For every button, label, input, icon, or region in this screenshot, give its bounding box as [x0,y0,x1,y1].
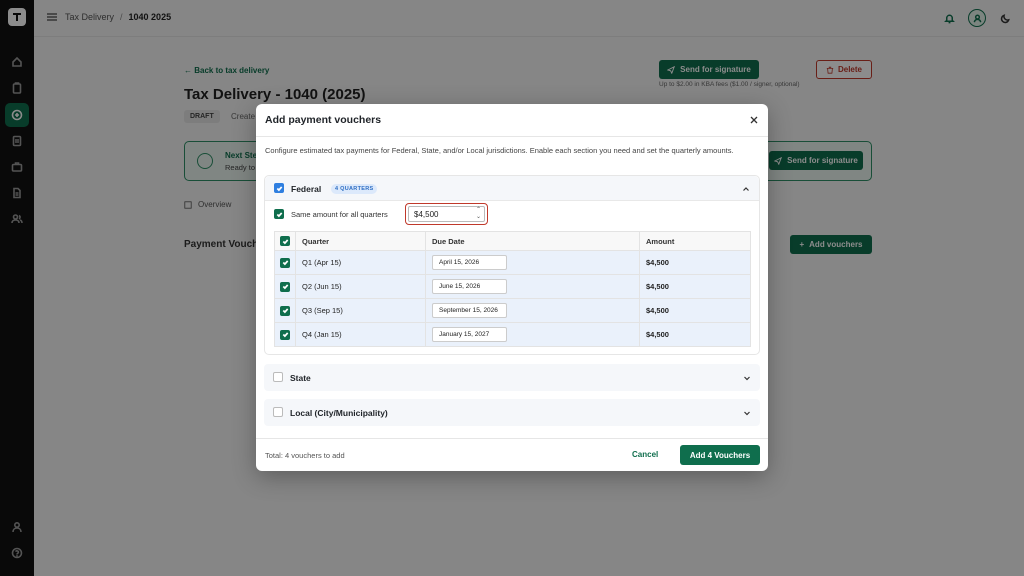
check-icon [282,284,288,290]
row-checkbox[interactable] [280,305,290,316]
federal-header[interactable]: Federal 4 QUARTERS [265,176,759,201]
modal-title: Add payment vouchers [265,114,382,126]
local-section[interactable]: Local (City/Municipality) [264,399,760,426]
check-icon [282,238,288,244]
quarters-table: Quarter Due Date Amount Q1 (Apr 15) Apri… [274,231,751,347]
local-checkbox[interactable] [273,407,283,417]
amount-cell: $4,500 [639,274,751,299]
row-checkbox[interactable] [280,281,290,292]
row-select-cell [274,250,296,275]
column-header-quarter: Quarter [295,231,426,251]
amount-cell: $4,500 [639,322,751,347]
select-all-checkbox[interactable] [280,236,290,246]
close-icon[interactable] [748,114,760,126]
check-icon [282,260,288,266]
total-text: Total: 4 vouchers to add [265,451,345,460]
chevron-up-icon[interactable] [742,185,750,193]
cancel-button[interactable]: Cancel [632,450,658,459]
chevron-down-icon[interactable] [743,409,751,417]
amount-stepper[interactable]: ⌃ ⌄ [474,207,483,221]
amount-input-highlight: ⌃⌄ [405,203,488,225]
same-amount-checkbox[interactable] [274,209,284,219]
row-select-cell [274,274,296,299]
amount-cell: $4,500 [639,250,751,275]
due-date-cell: June 15, 2026 [425,274,640,299]
select-all-cell [274,231,296,251]
same-amount-label: Same amount for all quarters [291,210,388,219]
quarter-cell: Q4 (Jan 15) [295,322,426,347]
state-label: State [290,373,311,383]
quarter-cell: Q2 (Jun 15) [295,274,426,299]
stepper-down-icon[interactable]: ⌄ [476,214,481,221]
due-date-cell: September 15, 2026 [425,298,640,323]
due-date-input[interactable]: September 15, 2026 [432,303,507,318]
table-row: Q2 (Jun 15) June 15, 2026 $4,500 [274,274,751,299]
due-date-input[interactable]: June 15, 2026 [432,279,507,294]
state-checkbox[interactable] [273,372,283,382]
stepper-up-icon[interactable]: ⌃ [476,207,481,214]
check-icon [276,185,282,191]
quarter-cell: Q3 (Sep 15) [295,298,426,323]
table-header-row: Quarter Due Date Amount [274,231,751,251]
check-icon [282,332,288,338]
check-icon [276,211,282,217]
due-date-cell: April 15, 2026 [425,250,640,275]
column-header-due-date: Due Date [425,231,640,251]
row-select-cell [274,322,296,347]
table-row: Q4 (Jan 15) January 15, 2027 $4,500 [274,322,751,347]
modal-footer: Total: 4 vouchers to add Cancel Add 4 Vo… [256,438,768,471]
quarter-cell: Q1 (Apr 15) [295,250,426,275]
quarters-badge: 4 QUARTERS [331,184,378,194]
table-row: Q3 (Sep 15) September 15, 2026 $4,500 [274,298,751,323]
local-label: Local (City/Municipality) [290,408,388,418]
modal-description: Configure estimated tax payments for Fed… [265,146,734,155]
modal-header: Add payment vouchers [256,104,768,137]
row-checkbox[interactable] [280,257,290,268]
table-row: Q1 (Apr 15) April 15, 2026 $4,500 [274,250,751,275]
add-vouchers-submit-button[interactable]: Add 4 Vouchers [680,445,760,465]
federal-section: Federal 4 QUARTERS Same amount for all q… [264,175,760,355]
row-checkbox[interactable] [280,329,290,340]
check-icon [282,308,288,314]
column-header-amount: Amount [639,231,751,251]
chevron-down-icon[interactable] [743,374,751,382]
row-select-cell [274,298,296,323]
federal-checkbox[interactable] [274,183,284,193]
state-section[interactable]: State [264,364,760,391]
due-date-input[interactable]: April 15, 2026 [432,255,507,270]
due-date-input[interactable]: January 15, 2027 [432,327,507,342]
add-payment-vouchers-modal: Add payment vouchers Configure estimated… [256,104,768,471]
amount-cell: $4,500 [639,298,751,323]
federal-label: Federal [291,184,322,194]
due-date-cell: January 15, 2027 [425,322,640,347]
